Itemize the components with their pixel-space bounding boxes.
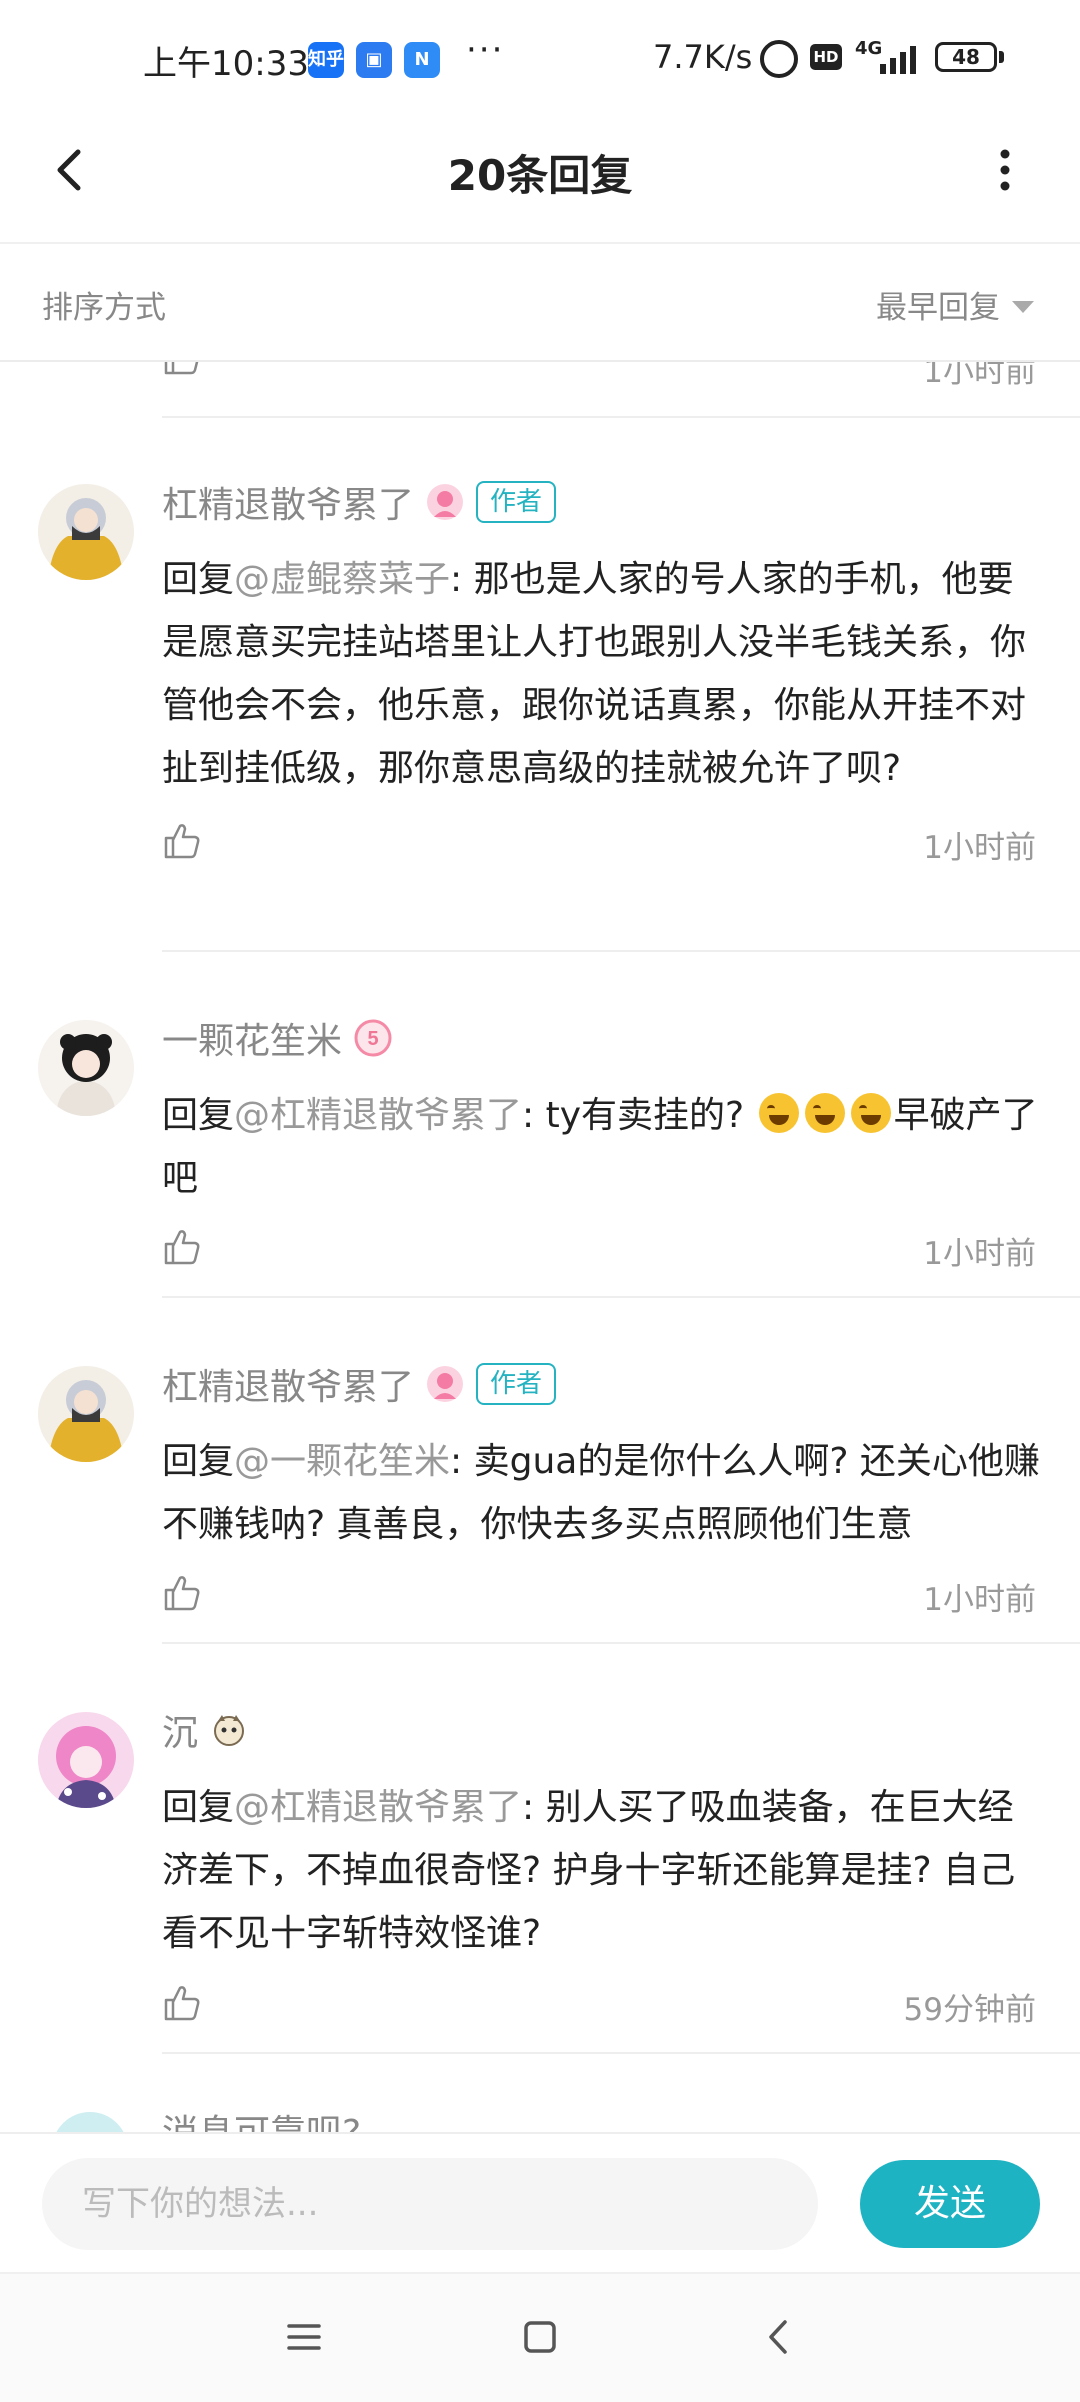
- back-icon[interactable]: [755, 2312, 805, 2362]
- comment-text: 回复@杠精退散爷累了: ty有卖挂的? 早破产了吧: [162, 1084, 1042, 1210]
- level-badge-icon: 5: [354, 1019, 392, 1057]
- sort-label: 排序方式: [42, 290, 166, 326]
- mention-link[interactable]: @一颗花笙米: [234, 1441, 450, 1482]
- avatar[interactable]: [38, 1712, 134, 1808]
- comment-time: 1小时前: [923, 1582, 1036, 1618]
- app-header: 20条回复: [0, 120, 1080, 244]
- battery-icon: 48: [935, 42, 997, 72]
- status-time: 上午10:33: [143, 44, 309, 84]
- comment-time: 1小时前: [923, 362, 1036, 390]
- zhihu-app-icon: 知乎: [308, 42, 344, 78]
- comment-input[interactable]: [42, 2158, 818, 2250]
- author-name[interactable]: 沉: [162, 1704, 198, 1756]
- mention-link[interactable]: @杠精退散爷累了: [234, 1095, 522, 1136]
- comment-text: 回复@虚鲲蔡菜子: 那也是人家的号人家的手机，他要是愿意买完挂站塔里让人打也跟别…: [162, 548, 1042, 800]
- comment-list[interactable]: 1小时前 杠精退散爷累了 作者 回复@虚鲲蔡菜子: 那也是人家的号人家的手机，他…: [0, 362, 1080, 2132]
- sort-bar: 排序方式 最早回复: [0, 242, 1080, 362]
- user-badge-icon: [427, 484, 464, 520]
- author-row: 杠精退散爷累了 作者: [162, 472, 557, 532]
- divider: [162, 1296, 1080, 1298]
- user-badge-icon: [427, 1366, 464, 1402]
- author-name[interactable]: 一颗花笙米: [162, 1012, 342, 1064]
- comment-time: 1小时前: [923, 830, 1036, 866]
- thumbs-up-icon[interactable]: [162, 1572, 202, 1612]
- notes-app-icon: ▣: [356, 42, 392, 78]
- send-button[interactable]: 发送: [860, 2160, 1040, 2248]
- n-app-icon: N: [404, 42, 440, 78]
- reply-prefix: 回复: [162, 1787, 235, 1828]
- divider: [162, 1642, 1080, 1644]
- net-speed: 7.7K/s: [653, 38, 753, 76]
- avatar[interactable]: [38, 484, 134, 580]
- thumbs-up-icon[interactable]: [162, 1982, 202, 2022]
- author-name[interactable]: 杠精退散爷累了: [162, 476, 414, 528]
- divider: [162, 416, 1080, 418]
- author-row: 杠精退散爷累了 作者: [162, 1354, 557, 1414]
- previous-comment-partial: 1小时前: [0, 362, 1080, 418]
- comment-text: 回复@杠精退散爷累了: 别人买了吸血装备，在巨大经济差下，不掉血很奇怪? 护身十…: [162, 1776, 1042, 1965]
- status-bar: 上午10:33 知乎 ▣ N ··· 7.7K/s HD 4G 48: [0, 0, 1080, 120]
- more-notifications-icon: ···: [466, 30, 505, 70]
- mention-link[interactable]: @虚鲲蔡菜子: [234, 559, 450, 600]
- author-row: 一颗花笙米 5: [162, 1008, 392, 1068]
- sort-selected-label: 最早回复: [876, 290, 1000, 326]
- comment-body: : ty有卖挂的?: [522, 1095, 745, 1136]
- laughing-emoji-icon: [850, 1093, 891, 1133]
- network-type: 4G: [855, 38, 883, 59]
- reply-prefix: 回复: [162, 1095, 235, 1136]
- divider: [162, 950, 1080, 952]
- comment-time: 59分钟前: [903, 1992, 1036, 2028]
- author-tag: 作者: [476, 1363, 557, 1405]
- avatar[interactable]: [38, 1366, 134, 1462]
- signal-icon: [880, 42, 916, 74]
- avatar[interactable]: [52, 2112, 128, 2132]
- page-title: 20条回复: [447, 151, 633, 200]
- sort-dropdown[interactable]: 最早回复: [876, 282, 1034, 327]
- system-nav-bar: [0, 2272, 1080, 2402]
- menu-icon[interactable]: [279, 2312, 329, 2362]
- divider: [162, 2052, 1080, 2054]
- reply-prefix: 回复: [162, 559, 235, 600]
- reply-prefix: 回复: [162, 1441, 235, 1482]
- thumbs-up-icon[interactable]: [162, 362, 202, 376]
- comment-composer: 发送: [0, 2132, 1080, 2274]
- laughing-emoji-icon: [758, 1093, 799, 1133]
- home-icon[interactable]: [515, 2312, 565, 2362]
- thumbs-up-icon[interactable]: [162, 1226, 202, 1266]
- laughing-emoji-icon: [804, 1093, 845, 1133]
- alarm-icon: [760, 40, 798, 78]
- mention-link[interactable]: @杠精退散爷累了: [234, 1787, 522, 1828]
- comment-time: 1小时前: [923, 1236, 1036, 1272]
- pet-badge-icon: [214, 1715, 245, 1746]
- thumbs-up-icon[interactable]: [162, 820, 202, 860]
- author-name[interactable]: 杠精退散爷累了: [162, 1358, 414, 1410]
- battery-tip: [999, 51, 1004, 63]
- author-tag: 作者: [476, 481, 557, 523]
- avatar[interactable]: [38, 1020, 134, 1116]
- svg-text:5: 5: [367, 1028, 378, 1050]
- comment-text: 回复@一颗花笙米: 卖gua的是你什么人啊? 还关心他赚不赚钱呐? 真善良，你快…: [162, 1430, 1042, 1556]
- author-name[interactable]: 消息可靠呗?: [162, 2104, 361, 2132]
- more-vertical-icon[interactable]: [985, 140, 1025, 200]
- caret-down-icon: [1012, 300, 1034, 313]
- author-row: 沉: [162, 1700, 248, 1760]
- hd-icon: HD: [810, 44, 842, 70]
